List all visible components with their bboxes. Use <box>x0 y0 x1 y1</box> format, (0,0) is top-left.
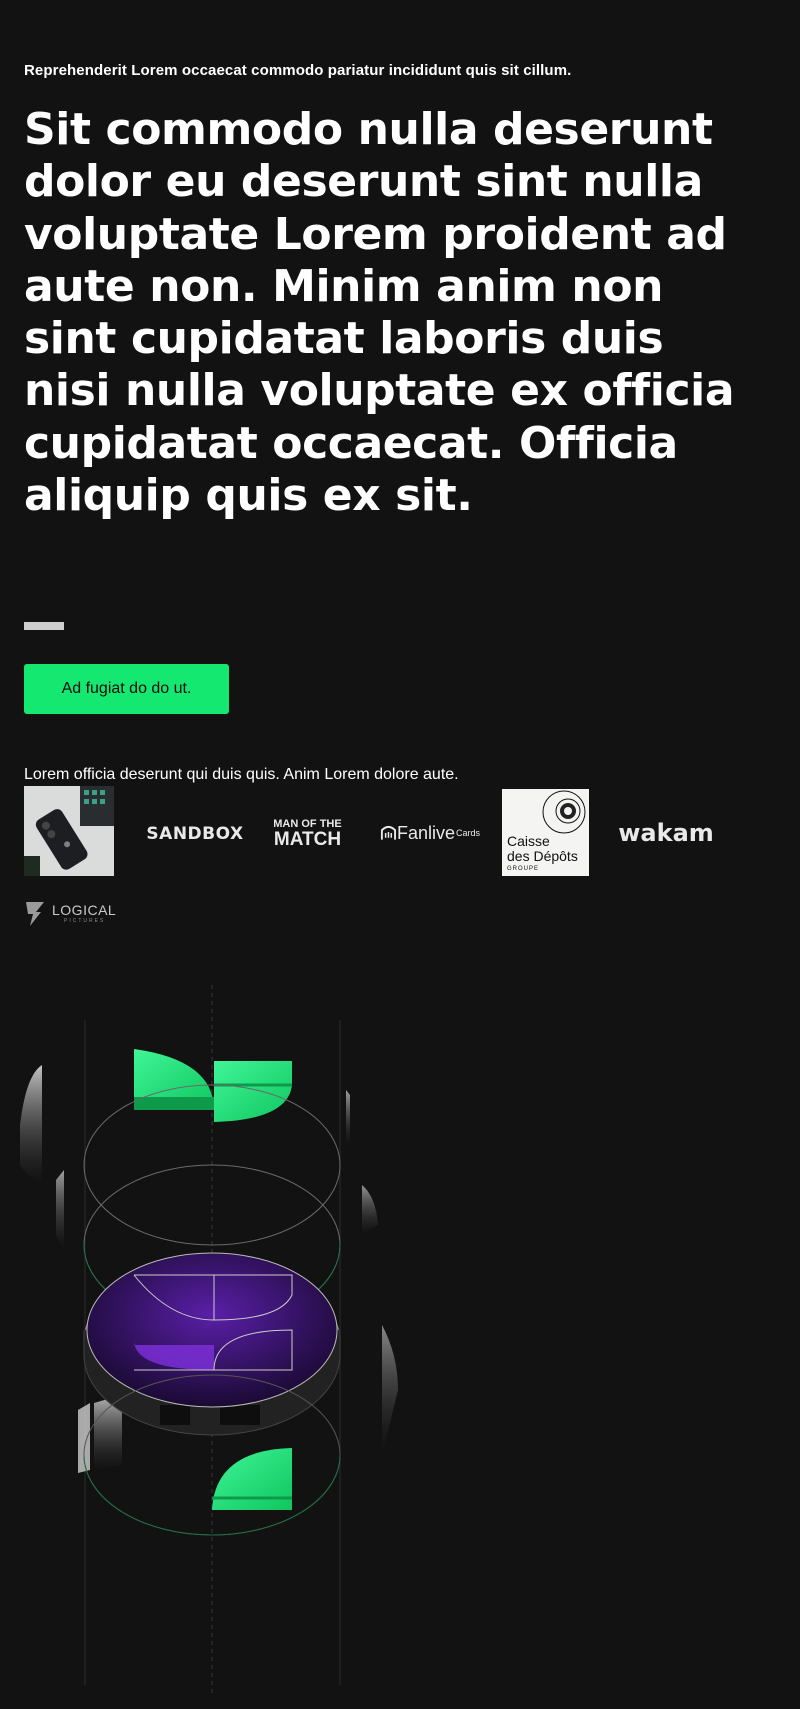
partner-logo-man-of-the-match: MAN OF THE MATCH <box>270 812 345 856</box>
green-petal-bottom <box>212 1448 292 1510</box>
logical-top-text: LOGICAL <box>52 901 117 918</box>
phone-photo-image <box>24 786 114 876</box>
green-petal-top-left <box>134 1049 214 1110</box>
logical-bolt-icon <box>26 902 44 926</box>
caisse-seal-icon <box>542 790 586 834</box>
logical-bottom-text: PICTURES <box>64 917 106 924</box>
caisse-line2: des Dépôts <box>507 848 578 864</box>
motm-bottom-text: MATCH <box>273 829 342 850</box>
fanlive-name: Fanlive <box>396 822 455 843</box>
partner-logo-fanlive: Fanlive Cards <box>380 816 480 850</box>
caisse-line3: GROUPE <box>507 866 540 872</box>
green-petal-top-right <box>214 1061 292 1122</box>
partner-logo-logical-pictures: LOGICAL PICTURES <box>24 895 124 931</box>
hero-eyebrow: Reprehenderit Lorem occaecat commodo par… <box>24 62 572 79</box>
partner-logo-wakam: wakam <box>618 819 714 847</box>
partner-logo-phone-photo <box>24 786 114 876</box>
cta-button[interactable]: Ad fugiat do do ut. <box>24 664 229 714</box>
purple-disc <box>83 1252 341 1436</box>
partner-logo-caisse-des-depots: Caisse des Dépôts GROUPE <box>502 789 589 876</box>
layered-platform-illustration <box>20 985 398 1695</box>
hero-divider <box>24 622 64 630</box>
fanlive-icon <box>380 825 397 840</box>
caisse-line1: Caisse <box>507 833 550 849</box>
partner-logo-sandbox: SANDBOX <box>146 824 244 844</box>
partners-label: Lorem officia deserunt qui duis quis. An… <box>24 766 459 783</box>
side-fin-left-top <box>20 1065 42 1185</box>
fanlive-suffix: Cards <box>455 828 480 838</box>
hero-headline: Sit commodo nulla deserunt dolor eu dese… <box>24 104 735 522</box>
